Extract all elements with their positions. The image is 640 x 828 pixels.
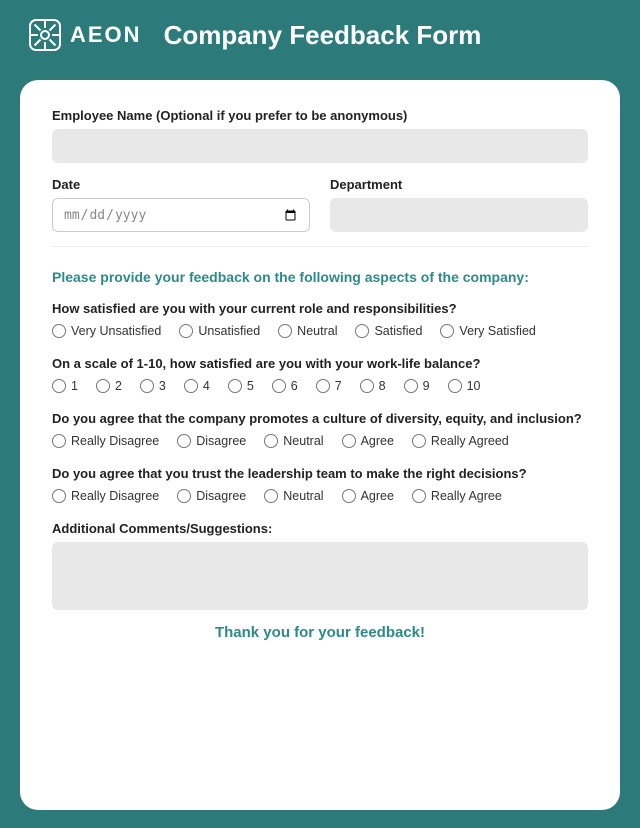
q2-option-3[interactable]: 3 <box>140 379 166 393</box>
q2-option-4[interactable]: 4 <box>184 379 210 393</box>
comments-label: Additional Comments/Suggestions: <box>52 521 588 536</box>
question-2-block: On a scale of 1-10, how satisfied are yo… <box>52 356 588 393</box>
q4-option-2[interactable]: Disagree <box>177 489 246 503</box>
q3-option-4[interactable]: Agree <box>342 434 394 448</box>
question-2-text: On a scale of 1-10, how satisfied are yo… <box>52 356 588 371</box>
question-1-text: How satisfied are you with your current … <box>52 301 588 316</box>
q1-option-3[interactable]: Neutral <box>278 324 337 338</box>
question-1-block: How satisfied are you with your current … <box>52 301 588 338</box>
q2-option-9[interactable]: 9 <box>404 379 430 393</box>
q2-option-7[interactable]: 7 <box>316 379 342 393</box>
question-3-text: Do you agree that the company promotes a… <box>52 411 588 426</box>
date-input[interactable] <box>63 207 299 224</box>
q4-option-3[interactable]: Neutral <box>264 489 323 503</box>
q3-option-2[interactable]: Disagree <box>177 434 246 448</box>
department-group: Department <box>330 177 588 232</box>
question-4-block: Do you agree that you trust the leadersh… <box>52 466 588 503</box>
q4-option-4[interactable]: Agree <box>342 489 394 503</box>
q3-option-3[interactable]: Neutral <box>264 434 323 448</box>
q3-option-5[interactable]: Really Agreed <box>412 434 509 448</box>
form-card: Employee Name (Optional if you prefer to… <box>20 80 620 810</box>
comments-textarea[interactable] <box>52 542 588 610</box>
employee-name-input[interactable] <box>52 129 588 163</box>
department-label: Department <box>330 177 588 192</box>
header: AEON Company Feedback Form <box>0 0 640 70</box>
q1-option-5[interactable]: Very Satisfied <box>440 324 535 338</box>
thank-you-text: Thank you for your feedback! <box>52 624 588 641</box>
question-2-options: 1 2 3 4 5 6 7 8 9 10 <box>52 379 588 393</box>
q3-option-1[interactable]: Really Disagree <box>52 434 159 448</box>
q1-option-1[interactable]: Very Unsatisfied <box>52 324 161 338</box>
logo-text: AEON <box>70 22 142 48</box>
question-4-options: Really Disagree Disagree Neutral Agree R… <box>52 489 588 503</box>
logo: AEON <box>28 18 142 52</box>
question-4-text: Do you agree that you trust the leadersh… <box>52 466 588 481</box>
employee-name-group: Employee Name (Optional if you prefer to… <box>52 108 588 163</box>
q2-option-10[interactable]: 10 <box>448 379 481 393</box>
q1-option-2[interactable]: Unsatisfied <box>179 324 260 338</box>
divider <box>52 246 588 247</box>
date-group: Date <box>52 177 310 232</box>
date-input-wrapper[interactable] <box>52 198 310 232</box>
employee-name-label: Employee Name (Optional if you prefer to… <box>52 108 588 123</box>
question-3-block: Do you agree that the company promotes a… <box>52 411 588 448</box>
q2-option-2[interactable]: 2 <box>96 379 122 393</box>
logo-icon <box>28 18 62 52</box>
q2-option-5[interactable]: 5 <box>228 379 254 393</box>
q2-option-8[interactable]: 8 <box>360 379 386 393</box>
page-title: Company Feedback Form <box>164 20 482 51</box>
q1-option-4[interactable]: Satisfied <box>355 324 422 338</box>
section-prompt: Please provide your feedback on the foll… <box>52 269 588 285</box>
q2-option-1[interactable]: 1 <box>52 379 78 393</box>
department-input[interactable] <box>330 198 588 232</box>
question-3-options: Really Disagree Disagree Neutral Agree R… <box>52 434 588 448</box>
date-department-row: Date Department <box>52 177 588 232</box>
date-label: Date <box>52 177 310 192</box>
q4-option-5[interactable]: Really Agree <box>412 489 502 503</box>
q2-option-6[interactable]: 6 <box>272 379 298 393</box>
comments-group: Additional Comments/Suggestions: <box>52 521 588 610</box>
q4-option-1[interactable]: Really Disagree <box>52 489 159 503</box>
question-1-options: Very Unsatisfied Unsatisfied Neutral Sat… <box>52 324 588 338</box>
